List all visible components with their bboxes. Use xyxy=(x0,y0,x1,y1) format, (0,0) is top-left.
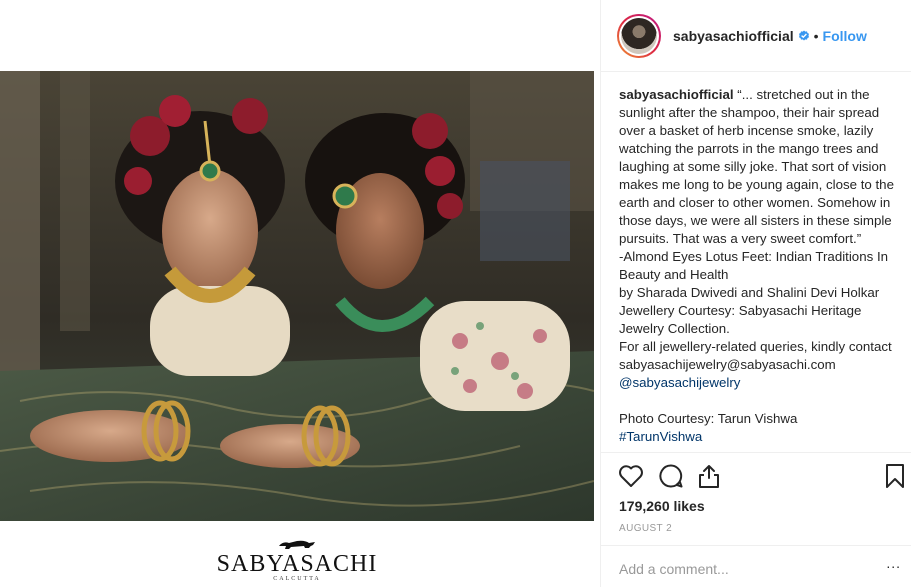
follow-button[interactable]: Follow xyxy=(823,28,867,44)
share-button[interactable] xyxy=(695,462,723,490)
post-details-panel: sabyasachiofficial • Follow sabyasachiof… xyxy=(600,0,911,587)
brand-wordmark: SABYASACHI xyxy=(216,551,378,577)
like-button[interactable] xyxy=(617,462,645,490)
caption-photo-credit: Photo Courtesy: Tarun Vishwa xyxy=(619,411,798,426)
bookmark-icon xyxy=(886,464,904,488)
comment-icon xyxy=(659,464,683,488)
verified-badge-icon xyxy=(798,30,809,40)
caption-courtesy-line: Jewellery Courtesy: Sabyasachi Heritage … xyxy=(619,303,862,336)
post-actions-bar xyxy=(601,452,911,500)
avatar[interactable] xyxy=(617,13,661,58)
post-media-panel: SABYASACHI CALCUTTA xyxy=(0,0,600,587)
save-button[interactable] xyxy=(881,462,909,490)
caption-quote: “... stretched out in the sunlight after… xyxy=(619,87,894,246)
post-username[interactable]: sabyasachiofficial xyxy=(673,28,794,44)
post-caption: sabyasachiofficial “... stretched out in… xyxy=(619,86,895,452)
brand-city: CALCUTTA xyxy=(273,576,321,582)
comment-input[interactable] xyxy=(619,561,879,577)
caption-mention-link[interactable]: @sabyasachijewelry xyxy=(619,374,895,392)
photo-illustration xyxy=(0,71,594,521)
separator-dot: • xyxy=(813,27,819,44)
caption-queries-line: For all jewellery-related queries, kindl… xyxy=(619,339,892,372)
brand-logo: SABYASACHI CALCUTTA xyxy=(0,531,594,587)
caption-quote-block: sabyasachiofficial “... stretched out in… xyxy=(619,86,895,248)
post-date: AUGUST 2 xyxy=(619,523,673,534)
post-header: sabyasachiofficial • Follow xyxy=(601,0,911,72)
caption-authors-line: by Sharada Dwivedi and Shalini Devi Holk… xyxy=(619,285,880,300)
comment-button[interactable] xyxy=(657,462,685,490)
likes-count[interactable]: 179,260 likes xyxy=(619,498,705,514)
caption-hashtag-link[interactable]: #TarunVishwa xyxy=(619,428,895,446)
heart-icon xyxy=(619,465,643,487)
caption-source-line: -Almond Eyes Lotus Feet: Indian Traditio… xyxy=(619,249,889,282)
more-options-button[interactable]: ... xyxy=(886,555,901,571)
comment-bar xyxy=(601,545,911,587)
tiger-logo-icon xyxy=(279,540,315,549)
caption-username[interactable]: sabyasachiofficial xyxy=(619,87,734,102)
share-icon xyxy=(699,465,719,488)
post-photo[interactable] xyxy=(0,71,594,521)
